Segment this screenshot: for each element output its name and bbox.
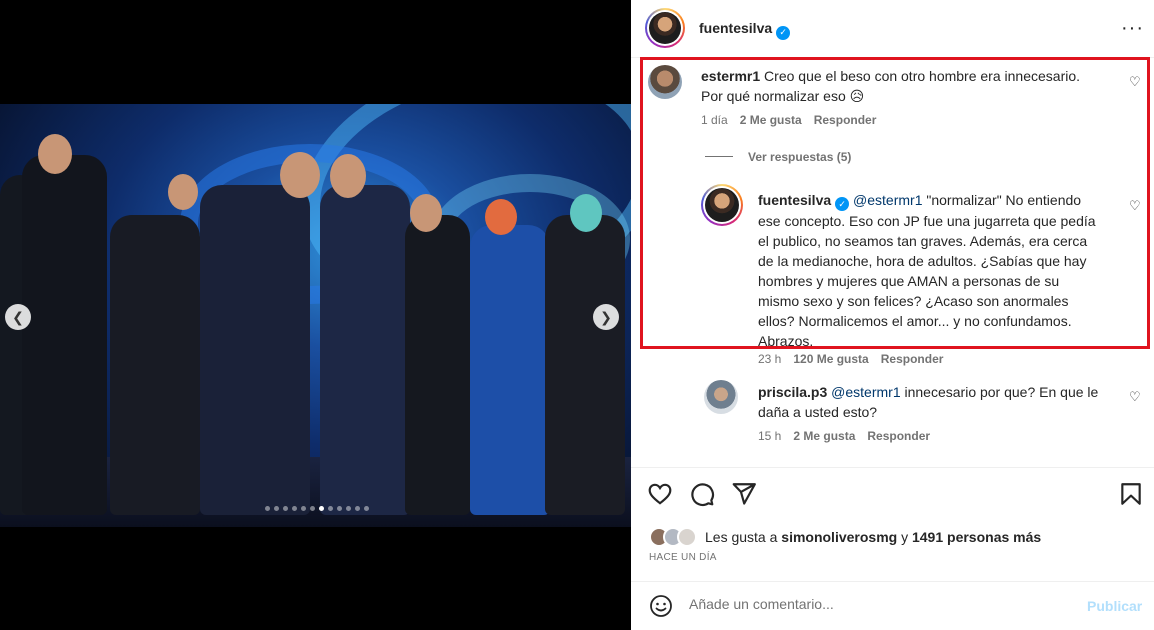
post-header: fuentesilva ✓ ···: [631, 0, 1154, 58]
reply-comment: fuentesilva ✓ @estermr1 "normalizar" No e…: [758, 192, 1096, 349]
add-comment-bar: Publicar: [631, 581, 1154, 630]
instagram-post-view: ❮ ❯ fuentesilva ✓ ··· estermr1 Creo que e…: [0, 0, 1154, 630]
reply-likes[interactable]: 120 Me gusta: [793, 352, 868, 366]
reply2-meta: 15 h 2 Me gusta Responder: [758, 429, 931, 443]
like-reply-heart-icon[interactable]: ♡: [1129, 198, 1141, 214]
reply-author-avatar[interactable]: [701, 184, 743, 226]
like-heart-icon[interactable]: [647, 481, 673, 507]
previous-image-button[interactable]: ❮: [5, 304, 31, 330]
likes-count[interactable]: 1491 personas más: [912, 529, 1041, 545]
comment-text-line2: Por qué normalizar eso 😥: [701, 88, 865, 104]
reply2-comment: priscila.p3 @estermr1 innecesario por qu…: [758, 384, 1099, 420]
post-media: ❮ ❯: [0, 0, 631, 630]
view-replies-button[interactable]: Ver respuestas (5): [748, 150, 851, 164]
commenter-avatar[interactable]: [648, 65, 682, 99]
reply-button[interactable]: Responder: [814, 113, 877, 127]
carousel-dots: [265, 506, 369, 511]
chevron-left-icon: ❮: [12, 308, 24, 325]
post-comment-button[interactable]: Publicar: [1087, 598, 1142, 614]
save-bookmark-icon[interactable]: [1118, 481, 1144, 507]
more-options-icon[interactable]: ···: [1121, 17, 1144, 40]
reply2-username[interactable]: priscila.p3: [758, 384, 827, 400]
reply-mention[interactable]: @estermr1: [853, 192, 922, 208]
verified-badge-icon: ✓: [776, 25, 791, 40]
post-photo: [0, 104, 631, 527]
author-avatar[interactable]: [645, 8, 685, 48]
reply2-avatar[interactable]: [704, 380, 738, 414]
emoji-icon[interactable]: [649, 594, 673, 618]
comment-username[interactable]: estermr1: [701, 68, 760, 84]
comment-input[interactable]: [689, 596, 1069, 612]
liker-username[interactable]: simonoliverosmg: [781, 529, 897, 545]
like-comment-heart-icon[interactable]: ♡: [1129, 74, 1141, 90]
action-bar: [631, 467, 1154, 527]
comment: estermr1 Creo que el beso con otro hombr…: [701, 66, 1121, 106]
post-sidebar: fuentesilva ✓ ··· estermr1 Creo que el be…: [631, 0, 1154, 630]
comment-meta: 1 día 2 Me gusta Responder: [701, 113, 877, 127]
like-reply2-heart-icon[interactable]: ♡: [1129, 389, 1141, 405]
comment-likes[interactable]: 2 Me gusta: [740, 113, 802, 127]
reply-reply-button[interactable]: Responder: [881, 352, 944, 366]
verified-badge-icon: ✓: [835, 197, 850, 211]
chevron-right-icon: ❯: [600, 308, 612, 325]
likes-summary: Les gusta a simonoliverosmg y 1491 perso…: [649, 527, 1041, 547]
reply2-mention[interactable]: @estermr1: [831, 384, 900, 400]
reply-username[interactable]: fuentesilva: [758, 192, 831, 208]
reply-meta: 23 h 120 Me gusta Responder: [758, 352, 944, 366]
comment-text: Creo que el beso con otro hombre era inn…: [764, 68, 1081, 84]
post-timestamp: HACE UN DÍA: [649, 552, 717, 563]
comment-icon[interactable]: [689, 481, 715, 507]
reply2-likes[interactable]: 2 Me gusta: [793, 429, 855, 443]
reply2-reply-button[interactable]: Responder: [867, 429, 930, 443]
author-username[interactable]: fuentesilva ✓: [699, 20, 791, 40]
share-send-icon[interactable]: [731, 481, 757, 507]
liker-avatar: [677, 527, 697, 547]
next-image-button[interactable]: ❯: [593, 304, 619, 330]
